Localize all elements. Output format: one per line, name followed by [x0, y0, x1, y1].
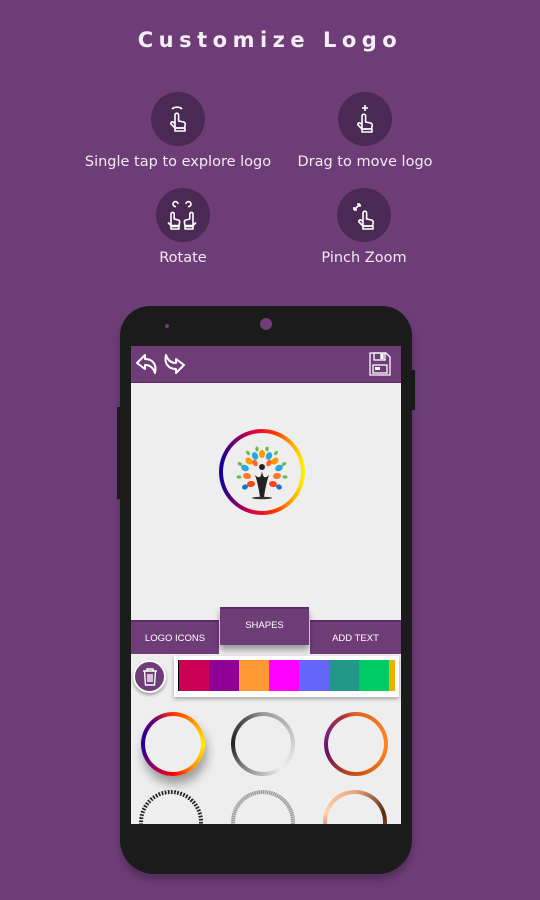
hint-single-tap: Single tap to explore logo: [78, 92, 278, 170]
app-screen: LOGO ICONS SHAPES ADD TEXT: [131, 346, 401, 824]
shape-rainbow-ring[interactable]: [141, 712, 205, 776]
color-swatch[interactable]: [299, 660, 329, 691]
color-swatch-strip[interactable]: [178, 660, 395, 691]
color-swatch[interactable]: [179, 660, 209, 691]
hint-drag: Drag to move logo: [290, 92, 440, 170]
color-swatch[interactable]: [269, 660, 299, 691]
hint-rotate: Rotate: [133, 188, 233, 266]
color-palette: [174, 656, 399, 697]
tab-shapes[interactable]: SHAPES: [220, 607, 309, 645]
color-swatch[interactable]: [389, 660, 395, 691]
shape-copper-ring[interactable]: [323, 790, 387, 824]
save-icon: [369, 352, 391, 376]
tree-logo-icon: [219, 429, 305, 515]
hint-label: Single tap to explore logo: [84, 154, 272, 170]
color-swatch[interactable]: [359, 660, 389, 691]
color-swatch[interactable]: [239, 660, 269, 691]
color-swatch[interactable]: [209, 660, 239, 691]
tab-add-text[interactable]: ADD TEXT: [310, 620, 401, 654]
redo-icon: [164, 354, 185, 374]
undo-icon: [136, 354, 157, 374]
tab-bar: LOGO ICONS SHAPES ADD TEXT: [131, 607, 401, 654]
tab-logo-icons[interactable]: LOGO ICONS: [131, 620, 219, 654]
color-swatch[interactable]: [329, 660, 359, 691]
logo-canvas-item[interactable]: [217, 427, 307, 517]
rotate-gesture-icon: [156, 188, 210, 242]
hint-label: Pinch Zoom: [321, 250, 407, 266]
shape-dotted-black-ring[interactable]: [139, 790, 203, 824]
hint-label: Drag to move logo: [297, 154, 433, 170]
phone-sensor: [165, 324, 169, 328]
redo-button[interactable]: [161, 351, 187, 377]
page-title: Customize Logo: [137, 28, 403, 52]
undo-button[interactable]: [134, 351, 160, 377]
shape-textured-gray-ring[interactable]: [231, 790, 295, 824]
hint-pinch-zoom: Pinch Zoom: [300, 188, 428, 266]
tap-gesture-icon: [151, 92, 205, 146]
phone-mockup: LOGO ICONS SHAPES ADD TEXT: [120, 306, 412, 874]
trash-icon: [142, 667, 157, 686]
phone-camera: [260, 318, 272, 330]
delete-button[interactable]: [133, 660, 166, 693]
hint-label: Rotate: [159, 250, 207, 266]
save-button[interactable]: [367, 351, 393, 377]
shape-purple-orange-ring[interactable]: [324, 712, 388, 776]
shape-silver-ring[interactable]: [231, 712, 295, 776]
app-toolbar: [131, 346, 401, 383]
drag-gesture-icon: [338, 92, 392, 146]
pinch-zoom-gesture-icon: [337, 188, 391, 242]
